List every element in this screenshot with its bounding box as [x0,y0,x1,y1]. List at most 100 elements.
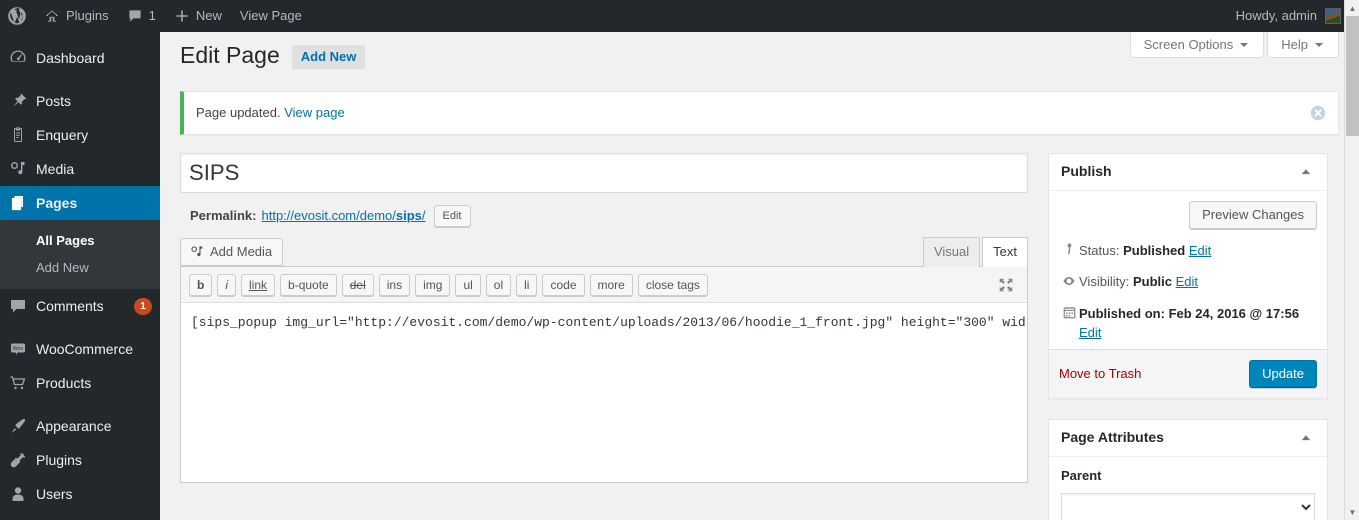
quicktag-i[interactable]: i [217,273,237,296]
quicktag-link[interactable]: link [241,273,276,296]
quicktag-code[interactable]: code [542,273,585,296]
sidebar-item-label: Comments [36,298,104,314]
quicktag-ul[interactable]: ul [455,273,481,296]
sidebar-item-enquery[interactable]: Enquery [0,118,160,152]
home-icon [44,8,60,24]
cart-icon [0,373,36,393]
scrollbar-thumb[interactable] [1346,16,1359,136]
screen-options-button[interactable]: Screen Options [1129,32,1265,58]
admin-bar: Plugins 1 New View Page Howdy, admin [0,0,1359,32]
quicktag-close-tags[interactable]: close tags [637,273,708,296]
quicktag-more[interactable]: more [589,273,633,296]
sidebar-subitem-all-pages[interactable]: All Pages [0,227,160,254]
publish-metabox: Publish Preview Changes Status: Publishe… [1048,152,1328,399]
permalink-slug: sips [395,207,422,223]
my-account-menu[interactable]: Howdy, admin [1227,0,1341,32]
sidebar-item-pages[interactable]: Pages [0,186,168,220]
comments-count[interactable]: 1 [118,0,165,32]
scroll-up-arrow-icon[interactable]: ▲ [1345,0,1359,16]
post-sidebar: Publish Preview Changes Status: Publishe… [1048,152,1328,520]
post-content-textarea[interactable]: [sips_popup img_url="http://evosit.com/d… [181,302,1027,479]
publish-metabox-body: Preview Changes Status: Published Edit V… [1049,191,1327,398]
sidebar-item-products[interactable]: Products [0,366,160,400]
post-title-input[interactable] [180,152,1028,193]
media-icon [0,159,36,179]
editor-container: b i link b-quote del ins img ul ol li co… [180,265,1028,483]
sidebar-submenu-pages: All Pages Add New [0,220,160,289]
status-row: Status: Published Edit [1059,235,1317,267]
permalink-base: http://evosit.com/demo/ [261,207,396,223]
eye-icon [1059,272,1079,289]
sidebar-item-label: Posts [36,93,72,109]
admin-sidebar-menu: Dashboard Posts Enquery Media Pages All … [0,32,168,520]
scroll-down-arrow-icon[interactable]: ▼ [1345,504,1359,520]
page-scrollbar[interactable]: ▲ ▼ [1344,0,1359,520]
user-icon [0,484,36,504]
menu-separator [0,400,160,409]
sidebar-item-users[interactable]: Users [0,477,160,511]
quicktag-del[interactable]: del [341,273,374,296]
new-content-button[interactable]: New [165,0,231,32]
help-button[interactable]: Help [1267,32,1339,58]
tab-text[interactable]: Text [982,236,1028,267]
sidebar-subitem-add-new[interactable]: Add New [0,254,160,281]
menu-separator [0,32,160,41]
permalink-link[interactable]: http://evosit.com/demo/sips/ [261,204,425,228]
chevron-up-icon[interactable] [1297,429,1315,447]
plugin-plug-icon [0,450,36,470]
sidebar-item-woocommerce[interactable]: Woo WooCommerce [0,332,160,366]
dismiss-circle-icon[interactable] [1308,103,1328,123]
published-label: Published on: [1079,305,1165,321]
screen-options-label: Screen Options [1143,36,1234,52]
menu-separator [0,323,160,332]
add-new-button[interactable]: Add New [291,44,366,69]
quicktag-b-quote[interactable]: b-quote [280,273,337,296]
calendar-icon [1059,304,1079,320]
sidebar-item-dashboard[interactable]: Dashboard [0,41,160,75]
comments-count-label: 1 [148,8,156,23]
parent-page-select[interactable] [1061,492,1315,520]
wordpress-logo-button[interactable] [0,0,35,32]
edit-visibility-link[interactable]: Edit [1176,274,1198,289]
quicktag-ins[interactable]: ins [378,273,411,296]
plus-icon [174,8,190,24]
sidebar-item-comments[interactable]: Comments 1 [0,289,160,323]
edit-status-link[interactable]: Edit [1189,243,1211,258]
view-page-link[interactable]: View page [284,105,344,120]
view-page-button[interactable]: View Page [231,0,311,32]
edit-published-link[interactable]: Edit [1079,325,1101,340]
preview-changes-button[interactable]: Preview Changes [1189,200,1317,229]
quicktag-li[interactable]: li [516,273,538,296]
post-body-content: Permalink: http://evosit.com/demo/sips/ … [180,152,1028,483]
site-name-label: Plugins [66,8,109,23]
chevron-up-icon[interactable] [1297,163,1315,181]
sidebar-item-posts[interactable]: Posts [0,84,160,118]
add-media-button[interactable]: Add Media [180,237,284,266]
page-attributes-body: Parent [1049,457,1327,520]
sidebar-item-plugins[interactable]: Plugins [0,443,160,477]
editor-wrap: Add Media Visual Text b i link b-quote d… [180,236,1028,483]
quicktag-b[interactable]: b [189,273,213,296]
visibility-text: Visibility: Public Edit [1079,272,1317,292]
page-attributes-metabox: Page Attributes Parent [1048,418,1328,520]
screen-meta-links: Screen Options Help [1127,32,1339,58]
sidebar-item-label: Dashboard [36,50,105,66]
view-page-label: View Page [239,8,302,23]
pin-icon [0,91,36,111]
site-name[interactable]: Plugins [35,0,118,32]
quicktag-ol[interactable]: ol [485,273,512,296]
move-to-trash-link[interactable]: Move to Trash [1059,366,1141,381]
update-button[interactable]: Update [1249,359,1317,388]
sidebar-item-media[interactable]: Media [0,152,160,186]
status-text: Status: Published Edit [1079,241,1317,261]
fullscreen-expand-icon[interactable] [993,272,1019,298]
edit-permalink-button[interactable]: Edit [433,204,471,227]
quicktag-img[interactable]: img [415,273,451,296]
publish-metabox-header: Publish [1049,154,1327,191]
page-title-text: Edit Page [180,42,280,68]
sidebar-item-label: Media [36,161,75,177]
tab-visual[interactable]: Visual [922,236,981,267]
paintbrush-icon [0,416,36,436]
published-value: Feb 24, 2016 @ 17:56 [1168,305,1300,321]
sidebar-item-appearance[interactable]: Appearance [0,409,160,443]
